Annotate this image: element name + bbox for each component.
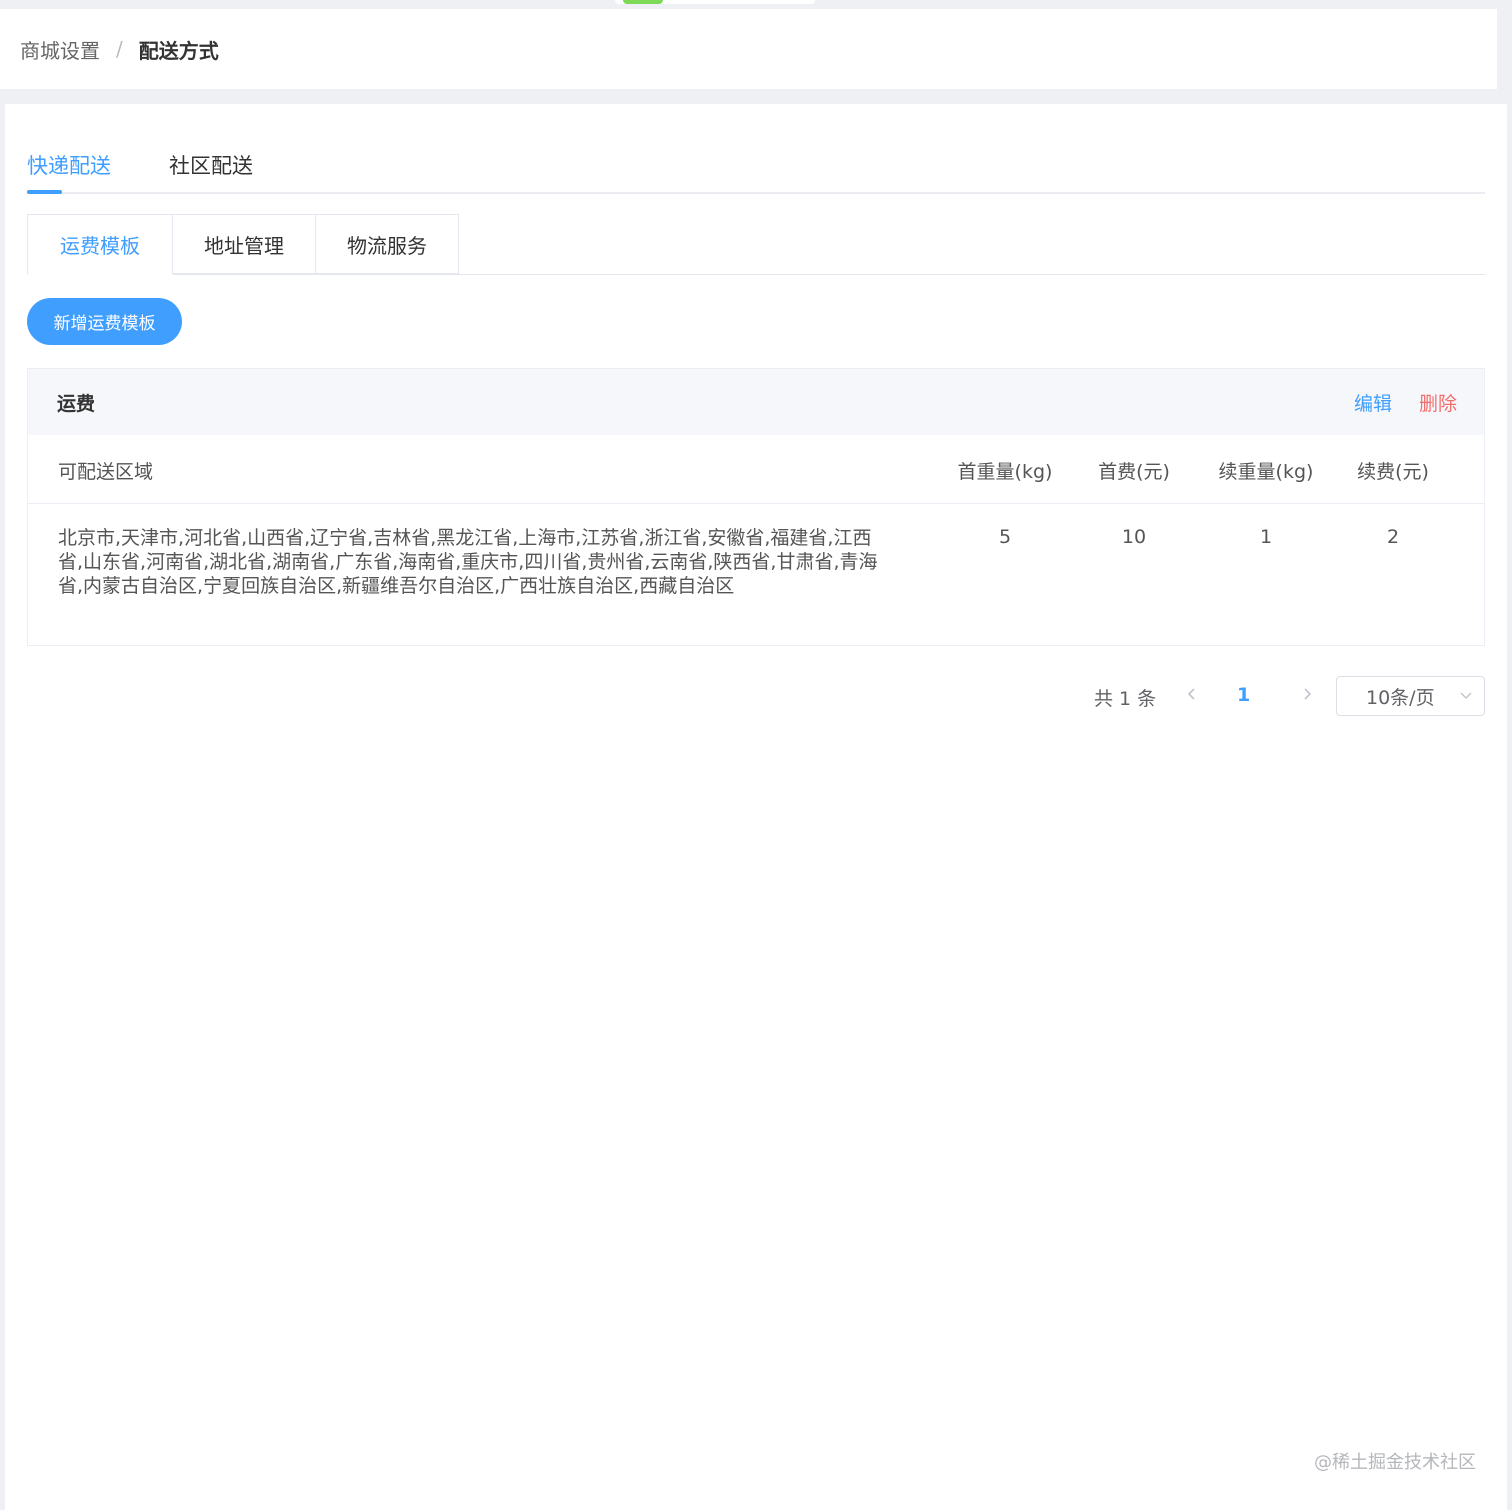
tab-express-delivery[interactable]: 快递配送 (27, 150, 111, 180)
delivery-type-tabs: 快递配送 社区配送 (27, 144, 1485, 194)
column-header-area: 可配送区域 (58, 461, 154, 483)
shipping-template-card: 运费 编辑 删除 可配送区域 首重量(kg) 首费(元) 续重量(kg) 续费(… (27, 368, 1485, 646)
add-shipping-template-button[interactable]: 新增运费模板 (27, 298, 182, 345)
status-dot (623, 0, 663, 4)
chevron-down-icon (1460, 692, 1472, 700)
top-indicator (615, 0, 815, 4)
area-cell: 北京市,天津市,河北省,山西省,辽宁省,吉林省,黑龙江省,上海市,江苏省,浙江省… (58, 527, 878, 597)
table-row: 北京市,天津市,河北省,山西省,辽宁省,吉林省,黑龙江省,上海市,江苏省,浙江省… (28, 504, 1484, 646)
page-size-select[interactable]: 10条/页 (1336, 676, 1485, 716)
page-number-current[interactable]: 1 (1237, 684, 1250, 706)
chevron-right-icon[interactable] (1295, 682, 1319, 706)
first-fee-cell: 10 (1121, 526, 1147, 548)
template-title: 运费 (57, 393, 96, 415)
main-card: 快递配送 社区配送 运费模板 地址管理 物流服务 新增运费模板 运费 编辑 删除… (5, 104, 1507, 1510)
next-weight-cell: 1 (1259, 526, 1273, 548)
delete-button[interactable]: 删除 (1419, 389, 1457, 416)
next-fee-cell: 2 (1386, 526, 1400, 548)
breadcrumb-item-mall-settings[interactable]: 商城设置 (20, 35, 100, 64)
chevron-left-icon[interactable] (1180, 682, 1204, 706)
breadcrumb: 商城设置 / 配送方式 (0, 9, 1497, 89)
tab-community-delivery[interactable]: 社区配送 (169, 150, 253, 180)
tab-shipping-template[interactable]: 运费模板 (27, 214, 173, 275)
tab-logistics-service[interactable]: 物流服务 (315, 214, 459, 274)
table-header-row: 可配送区域 首重量(kg) 首费(元) 续重量(kg) 续费(元) (28, 435, 1484, 504)
total-count: 共 1 条 (1094, 688, 1157, 710)
watermark: @稀土掘金技术社区 (1314, 1452, 1476, 1473)
column-header-first-fee: 首费(元) (1098, 461, 1170, 483)
breadcrumb-separator: / (116, 37, 123, 61)
column-header-first-weight: 首重量(kg) (957, 461, 1053, 483)
pagination: 共 1 条 1 10条/页 (5, 676, 1507, 716)
active-tab-underline (27, 190, 62, 194)
column-header-next-fee: 续费(元) (1357, 461, 1429, 483)
express-sub-tabs: 运费模板 地址管理 物流服务 (27, 214, 1485, 275)
page-size-value: 10条/页 (1366, 686, 1435, 709)
first-weight-cell: 5 (998, 526, 1012, 548)
column-header-next-weight: 续重量(kg) (1218, 461, 1314, 483)
edit-button[interactable]: 编辑 (1354, 389, 1392, 416)
breadcrumb-item-current: 配送方式 (138, 38, 219, 63)
template-card-header: 运费 编辑 删除 (28, 369, 1484, 435)
tab-address-management[interactable]: 地址管理 (172, 214, 316, 274)
